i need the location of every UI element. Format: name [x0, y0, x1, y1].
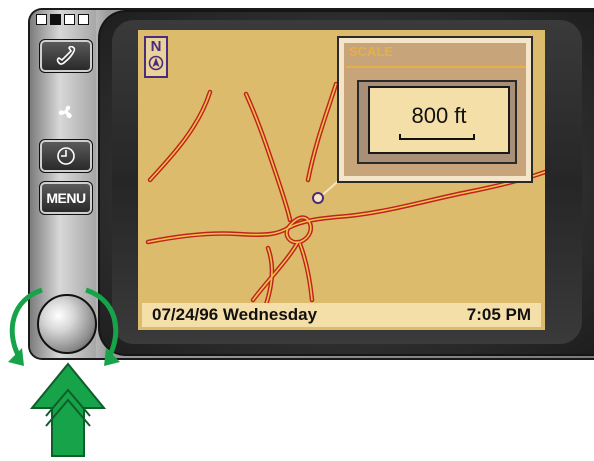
status-bar: 07/24/96 Wednesday 7:05 PM	[142, 303, 541, 327]
clock-button[interactable]	[39, 139, 93, 173]
control-knob[interactable]	[37, 294, 97, 354]
phone-button[interactable]	[39, 39, 93, 73]
menu-button-label: MENU	[46, 190, 86, 206]
fan-button[interactable]	[54, 100, 78, 124]
indicator-square-1	[36, 14, 47, 25]
push-arrow-icon	[29, 362, 107, 457]
status-date: 07/24/96 Wednesday	[152, 305, 318, 324]
status-time: 7:05 PM	[466, 305, 531, 324]
scale-title: SCALE	[349, 44, 394, 59]
scale-value: 800 ft	[411, 103, 467, 128]
scale-title-underline	[346, 66, 526, 68]
scale-bar	[399, 134, 475, 140]
indicator-square-4	[78, 14, 89, 25]
north-label: N	[150, 38, 162, 55]
indicator-square-3	[64, 14, 75, 25]
menu-button[interactable]: MENU	[39, 181, 93, 215]
phone-icon	[56, 46, 76, 65]
fan-icon	[58, 105, 72, 119]
indicator-square-2	[50, 14, 61, 25]
position-cursor	[312, 192, 324, 204]
north-indicator: N	[144, 36, 168, 78]
compass-arrow-icon	[148, 55, 164, 71]
clock-icon	[57, 147, 75, 165]
